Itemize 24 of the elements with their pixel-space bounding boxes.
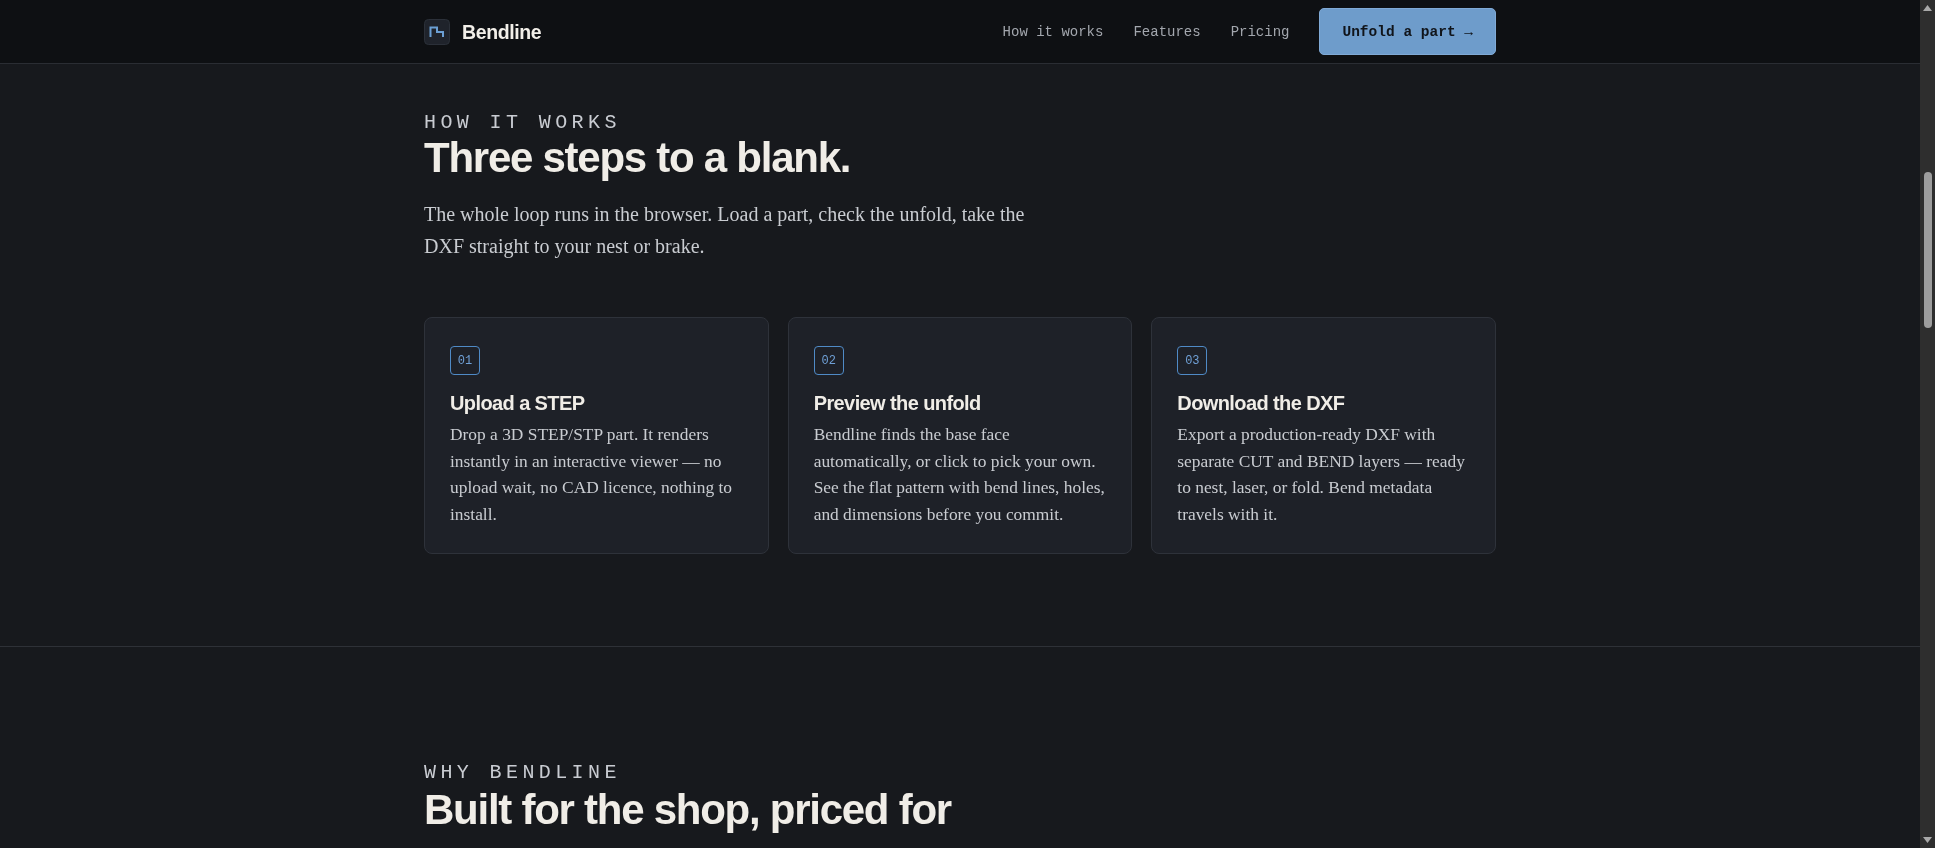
section-heading: Three steps to a blank. bbox=[424, 135, 852, 181]
unfold-part-button[interactable]: Unfold a part → bbox=[1319, 8, 1496, 55]
eyebrow-label: HOW IT WORKS bbox=[424, 111, 622, 135]
step-title: Download the DXF bbox=[1177, 391, 1346, 416]
step-description: Bendline finds the base face automatically, or click to pick your own. See the flat pattern with bend lines, holes, and dimensions before you commit. bbox=[813, 423, 1106, 527]
step-description: Drop a 3D STEP/STP part. It renders instantly in an interactive viewer — no upload wait, no CAD licence, nothing to install. bbox=[450, 423, 734, 527]
section-intro: The whole loop runs in the browser. Load a part, check the unfold, take the DXF straight to your nest or brake. bbox=[424, 202, 1026, 260]
step-number: 01 bbox=[450, 346, 480, 375]
brand-link[interactable]: Bendline bbox=[424, 18, 542, 45]
step-title: Preview the unfold bbox=[813, 391, 982, 416]
up-arrow-icon[interactable] bbox=[1923, 5, 1932, 11]
nav-link[interactable]: How it works bbox=[1002, 21, 1104, 42]
nav-link[interactable]: Features bbox=[1133, 21, 1201, 42]
step-number: 02 bbox=[813, 346, 844, 375]
logo-icon bbox=[424, 18, 450, 45]
scrollbar-track[interactable] bbox=[1920, 0, 1935, 848]
down-arrow-icon[interactable] bbox=[1923, 837, 1932, 843]
step-title: Upload a STEP bbox=[450, 391, 586, 416]
scrollbar-thumb[interactable] bbox=[1923, 172, 1932, 328]
eyebrow-label: WHY BENDLINE bbox=[424, 760, 622, 785]
step-number: 03 bbox=[1177, 346, 1208, 375]
step-description: Export a production-ready DXF with separate CUT and BEND layers — ready to nest, laser, or fold. Bend metadata travels with it. bbox=[1177, 423, 1466, 527]
section-heading: Built for the shop, priced for bbox=[424, 786, 953, 833]
nav-link[interactable]: Pricing bbox=[1230, 21, 1290, 42]
